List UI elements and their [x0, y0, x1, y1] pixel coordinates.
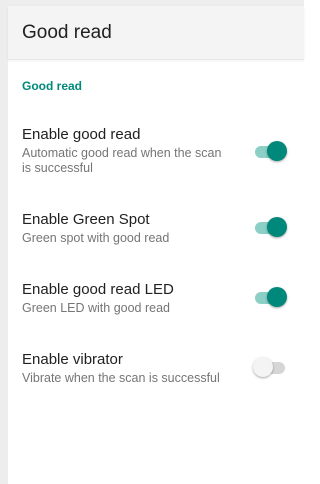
good-read-led-toggle[interactable] — [255, 286, 287, 308]
pref-summary: Automatic good read when the scan is suc… — [22, 146, 222, 175]
green-spot-toggle[interactable] — [255, 216, 287, 238]
pref-summary: Green LED with good read — [22, 301, 171, 315]
page-title: Good read — [22, 21, 112, 43]
switch-thumb — [253, 357, 273, 377]
pref-summary: Vibrate when the scan is successful — [22, 371, 220, 385]
good-read-toggle[interactable] — [255, 140, 287, 162]
pref-enable-good-read[interactable]: Enable good read Automatic good read whe… — [22, 126, 304, 176]
switch-thumb — [267, 141, 287, 161]
pref-enable-good-read-led[interactable]: Enable good read LED Green LED with good… — [22, 281, 304, 316]
section-header: Good read — [22, 79, 83, 93]
app-bar: Good read — [8, 6, 304, 60]
pref-summary: Green spot with good read — [22, 231, 170, 245]
pref-enable-green-spot[interactable]: Enable Green Spot Green spot with good r… — [22, 211, 304, 246]
switch-thumb — [267, 287, 287, 307]
settings-screen: Good read Good read Enable good read Aut… — [0, 0, 304, 484]
switch-thumb — [267, 217, 287, 237]
pref-enable-vibrator[interactable]: Enable vibrator Vibrate when the scan is… — [22, 351, 304, 386]
vibrator-toggle[interactable] — [253, 356, 287, 378]
